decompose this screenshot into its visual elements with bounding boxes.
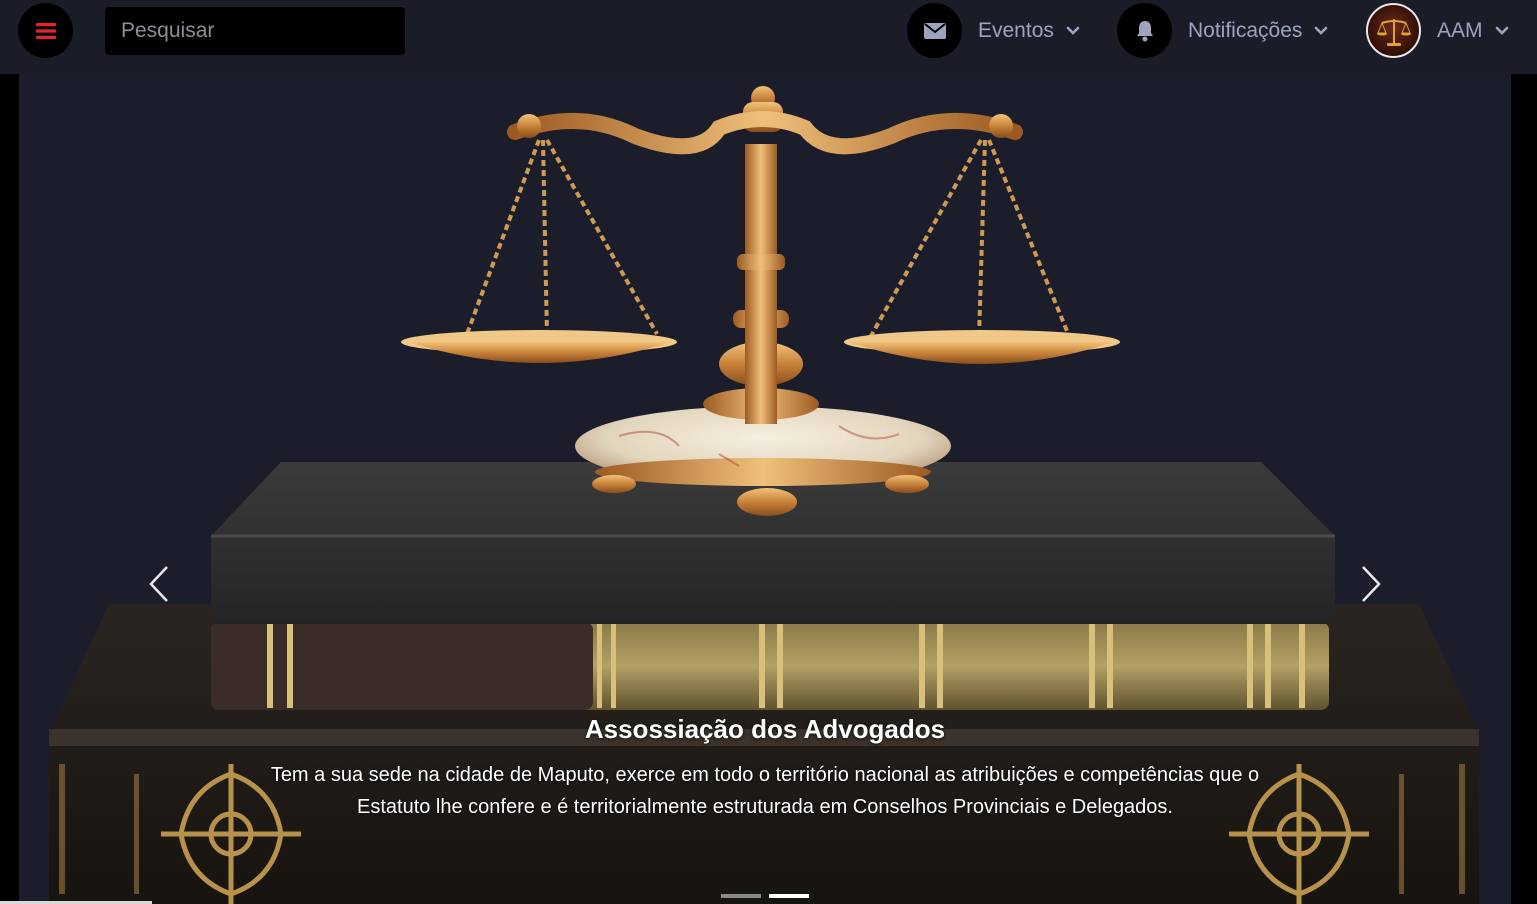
menu-toggle-button[interactable] xyxy=(18,3,73,58)
chevron-down-icon xyxy=(1066,26,1080,36)
events-icon-button[interactable] xyxy=(907,3,962,58)
events-dropdown[interactable]: Eventos xyxy=(907,3,1080,58)
notifications-icon-button[interactable] xyxy=(1117,3,1172,58)
envelope-icon xyxy=(923,22,946,39)
scales-of-justice-logo xyxy=(1376,18,1411,46)
user-name-label: AAM xyxy=(1437,18,1483,42)
bell-icon xyxy=(1136,20,1153,41)
notifications-label: Notificações xyxy=(1188,18,1303,42)
hero-carousel: Assossiação dos Advogados Tem a sua sede… xyxy=(19,74,1511,904)
events-label: Eventos xyxy=(978,18,1054,42)
top-navbar: Eventos Notificações xyxy=(0,0,1537,74)
slide-caption-text: Tem a sua sede na cidade de Maputo, exer… xyxy=(270,764,1260,818)
carousel-indicator-2[interactable] xyxy=(769,894,809,898)
chevron-left-icon xyxy=(149,566,168,602)
slide-caption-title: Assossiação dos Advogados xyxy=(584,714,946,744)
carousel-next-button[interactable] xyxy=(1351,554,1391,614)
carousel-prev-button[interactable] xyxy=(139,554,179,614)
avatar[interactable] xyxy=(1366,3,1421,58)
user-dropdown[interactable]: AAM xyxy=(1366,3,1509,58)
chevron-right-icon xyxy=(1362,566,1381,602)
notifications-dropdown[interactable]: Notificações xyxy=(1117,3,1328,58)
carousel-indicator-1[interactable] xyxy=(721,894,761,898)
chevron-down-icon xyxy=(1314,26,1328,36)
chevron-down-icon xyxy=(1495,26,1509,36)
carousel-indicators xyxy=(19,894,1511,900)
bars-icon xyxy=(35,22,56,39)
search-input[interactable] xyxy=(105,7,405,55)
